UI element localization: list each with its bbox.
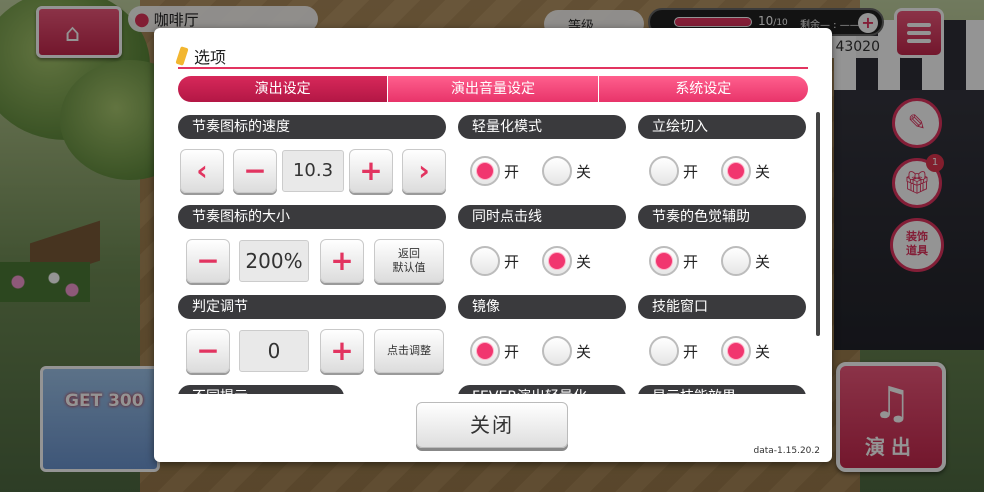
row4-a-header: 不同提示 — [178, 385, 344, 394]
settings-tabs: 演出设定 演出音量设定 系统设定 — [178, 76, 808, 102]
cutin-off-radio[interactable]: 关 — [721, 156, 770, 186]
version-label: data-1.15.20.2 — [753, 446, 820, 456]
cutin-header: 立绘切入 — [638, 115, 806, 139]
tab-volume-settings[interactable]: 演出音量设定 — [388, 76, 599, 102]
radio-label-off: 关 — [576, 342, 592, 361]
color-assist-header: 节奏的色觉辅助 — [638, 205, 806, 229]
radio-label-off: 关 — [755, 252, 771, 271]
chevron-left-icon: ‹ — [196, 154, 208, 187]
radio-label-on: 开 — [683, 162, 699, 181]
radio-dot — [721, 336, 751, 366]
radio-dot — [542, 156, 572, 186]
radio-label-on: 开 — [504, 252, 520, 271]
radio-dot — [470, 336, 500, 366]
judge-value: 0 — [239, 330, 309, 372]
reset-label-2: 默认值 — [392, 261, 426, 274]
title-divider — [178, 67, 808, 69]
light-mode-off-radio[interactable]: 关 — [542, 156, 591, 186]
minus-icon: − — [196, 244, 220, 277]
radio-label-on: 开 — [683, 252, 699, 271]
radio-dot — [649, 246, 679, 276]
color-assist-on-radio[interactable]: 开 — [649, 246, 698, 276]
speed-minus-button[interactable]: − — [233, 149, 277, 193]
radio-label-off: 关 — [755, 162, 771, 181]
minus-icon: − — [196, 334, 220, 367]
cutin-on-radio[interactable]: 开 — [649, 156, 698, 186]
radio-dot — [721, 246, 751, 276]
chevron-right-icon: › — [418, 154, 430, 187]
judge-minus-button[interactable]: − — [186, 329, 230, 373]
simul-line-off-radio[interactable]: 关 — [542, 246, 591, 276]
light-mode-header: 轻量化模式 — [458, 115, 626, 139]
radio-dot — [542, 246, 572, 276]
speed-next-button[interactable]: › — [402, 149, 446, 193]
speed-plus-button[interactable]: + — [349, 149, 393, 193]
size-plus-button[interactable]: + — [320, 239, 364, 283]
reset-default-button[interactable]: 返回 默认值 — [374, 239, 444, 283]
row4-b-header: FEVER演出轻量化 — [458, 385, 626, 394]
radio-label-off: 关 — [576, 252, 592, 271]
radio-dot — [721, 156, 751, 186]
skill-window-off-radio[interactable]: 关 — [721, 336, 770, 366]
plus-icon: + — [330, 334, 354, 367]
simul-line-on-radio[interactable]: 开 — [470, 246, 519, 276]
reset-label-1: 返回 — [398, 247, 420, 260]
dialog-title: 选项 — [175, 44, 227, 68]
radio-dot — [649, 336, 679, 366]
size-minus-button[interactable]: − — [186, 239, 230, 283]
speed-prev-button[interactable]: ‹ — [180, 149, 224, 193]
settings-content: 节奏图标的速度 ‹ − 10.3 + › 节奏图标的大小 − 200% + 返回… — [178, 112, 810, 394]
judge-plus-button[interactable]: + — [320, 329, 364, 373]
tap-adjust-button[interactable]: 点击调整 — [374, 329, 444, 373]
color-assist-off-radio[interactable]: 关 — [721, 246, 770, 276]
tab-system-settings[interactable]: 系统设定 — [598, 76, 808, 102]
judge-adjust-header: 判定调节 — [178, 295, 446, 319]
minus-icon: − — [243, 154, 267, 187]
mirror-on-radio[interactable]: 开 — [470, 336, 519, 366]
skill-window-on-radio[interactable]: 开 — [649, 336, 698, 366]
mirror-header: 镜像 — [458, 295, 626, 319]
pencil-icon — [175, 46, 189, 66]
tab-performance-settings[interactable]: 演出设定 — [178, 76, 389, 102]
note-speed-header: 节奏图标的速度 — [178, 115, 446, 139]
speed-value: 10.3 — [282, 150, 344, 192]
settings-scrollbar[interactable] — [816, 112, 820, 336]
radio-label-on: 开 — [504, 342, 520, 361]
options-dialog: 选项 演出设定 演出音量设定 系统设定 节奏图标的速度 ‹ − 10.3 + ›… — [154, 28, 832, 462]
tap-adjust-label: 点击调整 — [387, 344, 431, 357]
simul-line-header: 同时点击线 — [458, 205, 626, 229]
radio-label-off: 关 — [755, 342, 771, 361]
radio-label-on: 开 — [504, 162, 520, 181]
radio-label-off: 关 — [576, 162, 592, 181]
note-size-header: 节奏图标的大小 — [178, 205, 446, 229]
radio-label-on: 开 — [683, 342, 699, 361]
close-button[interactable]: 关闭 — [416, 402, 568, 448]
plus-icon: + — [330, 244, 354, 277]
plus-icon: + — [359, 154, 383, 187]
radio-dot — [649, 156, 679, 186]
light-mode-on-radio[interactable]: 开 — [470, 156, 519, 186]
radio-dot — [470, 156, 500, 186]
size-value: 200% — [239, 240, 309, 282]
mirror-off-radio[interactable]: 关 — [542, 336, 591, 366]
skill-window-header: 技能窗口 — [638, 295, 806, 319]
dialog-title-text: 选项 — [194, 48, 227, 67]
radio-dot — [470, 246, 500, 276]
row4-c-header: 显示技能效果 — [638, 385, 806, 394]
radio-dot — [542, 336, 572, 366]
